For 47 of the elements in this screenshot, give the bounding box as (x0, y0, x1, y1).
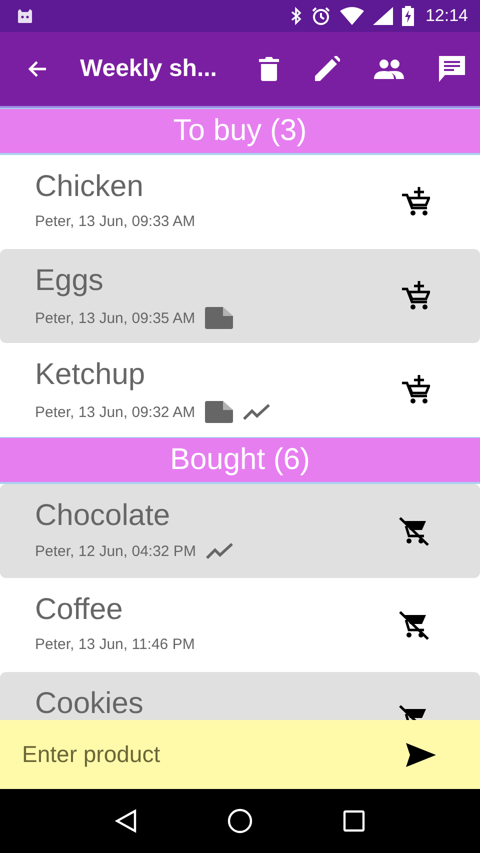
product-name: Ketchup (35, 357, 146, 393)
alarm-icon (311, 6, 332, 26)
added-info: Peter, 12 Jun, 04:32 PM (35, 542, 196, 560)
android-icon (16, 8, 34, 24)
section-header: To buy (3) (0, 108, 480, 155)
cart-add-button[interactable] (402, 375, 430, 405)
product-name: Eggs (35, 263, 104, 299)
cart-off-icon (398, 610, 430, 640)
product-name: Chicken (35, 169, 144, 205)
signal-icon (373, 7, 394, 25)
section-header: Bought (6) (0, 437, 480, 484)
product-name: Chocolate (35, 498, 172, 534)
back-icon[interactable] (115, 809, 137, 833)
cart-plus-icon (402, 187, 430, 217)
cart-off-icon (398, 516, 430, 546)
bluetooth-icon (290, 7, 302, 25)
product-item[interactable]: Chocolate Peter, 12 Jun, 04:32 PM (0, 484, 480, 578)
cart-remove-button[interactable] (398, 516, 430, 546)
pencil-icon[interactable] (314, 56, 340, 82)
clock-time: 12:14 (425, 6, 468, 26)
product-item[interactable]: Eggs Peter, 13 Jun, 09:35 AM (0, 249, 480, 343)
product-name: Cookies (35, 686, 144, 720)
cart-add-button[interactable] (402, 187, 430, 217)
added-info: Peter, 13 Jun, 09:33 AM (35, 213, 196, 230)
product-item[interactable]: Coffee Peter, 13 Jun, 11:46 PM (0, 578, 480, 672)
battery-icon (402, 6, 414, 26)
wifi-icon (340, 7, 364, 25)
people-icon[interactable] (374, 59, 404, 79)
added-info: Peter, 13 Jun, 09:32 AM (35, 404, 196, 420)
cart-plus-icon (402, 281, 430, 311)
trash-icon[interactable] (258, 56, 280, 82)
product-text-input[interactable]: Enter product (22, 741, 406, 768)
recents-icon[interactable] (343, 810, 365, 832)
product-name: Coffee (35, 592, 124, 628)
message-icon[interactable] (438, 55, 466, 83)
cart-remove-button[interactable] (398, 610, 430, 640)
added-info: Peter, 13 Jun, 09:35 AM (35, 310, 196, 326)
product-item[interactable]: Chicken Peter, 13 Jun, 09:33 AM (0, 155, 480, 249)
home-icon[interactable] (227, 808, 253, 834)
product-item[interactable]: Ketchup Peter, 13 Jun, 09:32 AM (0, 343, 480, 437)
product-input[interactable]: Enter product (0, 720, 480, 789)
added-info: Peter, 13 Jun, 11:46 PM (35, 636, 195, 653)
send-icon[interactable] (406, 742, 436, 766)
cart-add-button[interactable] (402, 281, 430, 311)
cart-plus-icon (402, 375, 430, 405)
product-item[interactable]: Cookies (0, 672, 480, 720)
list-title: Weekly sh... (80, 55, 218, 83)
